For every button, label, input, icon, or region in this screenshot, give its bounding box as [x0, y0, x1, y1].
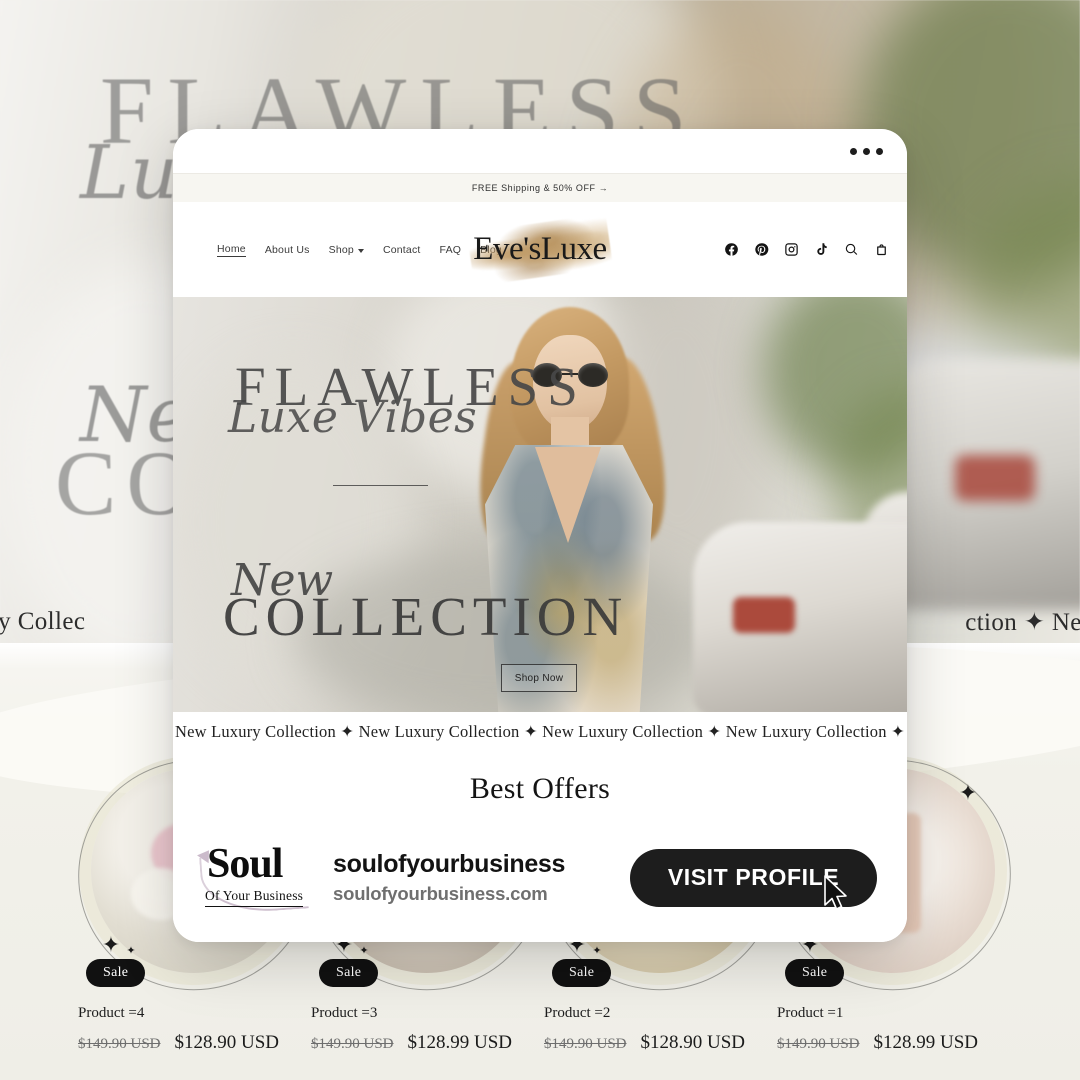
hero-model-image — [453, 307, 683, 712]
sale-badge: Sale — [319, 959, 379, 987]
nav-item-shop[interactable]: Shop — [329, 244, 364, 256]
nav-item-about-us[interactable]: About Us — [265, 244, 310, 256]
tiktok-icon[interactable] — [814, 242, 829, 257]
brand-logo[interactable]: Eve'sLuxe — [440, 213, 640, 286]
announcement-bar[interactable]: FREE Shipping & 50% OFF → — [173, 173, 907, 202]
facebook-icon[interactable] — [724, 242, 739, 257]
product-price-sale: $128.99 USD — [873, 1032, 979, 1053]
nav-label: About Us — [264, 243, 310, 256]
screenshot-root: FLAWLESS Luxe New COLLECTION New Luxury … — [0, 0, 1080, 1080]
shop-now-button[interactable]: Shop Now — [501, 664, 577, 692]
soul-logo[interactable]: Soul Of Your Business — [199, 840, 309, 916]
instagram-icon[interactable] — [784, 242, 799, 257]
dot — [863, 147, 870, 155]
sale-badge: Sale — [86, 959, 146, 987]
product-price-original: $149.90 USD — [777, 1036, 860, 1052]
product-prices: $149.90 USD $128.99 USD — [309, 1032, 542, 1054]
website-domain: soulofyourbusiness.com — [333, 883, 548, 904]
hero-banner: FLAWLESS Luxe Vibes New COLLECTION Shop … — [173, 297, 907, 712]
background-marquee-left: New Luxury Collec — [0, 608, 86, 635]
nav-item-home[interactable]: Home — [217, 243, 246, 257]
background-car-taillight — [955, 455, 1035, 501]
product-title: Product =1 — [777, 1005, 844, 1021]
visit-profile-button[interactable]: VISIT PROFILE — [630, 848, 877, 907]
product-prices: $149.90 USD $128.99 USD — [775, 1032, 1008, 1054]
background-marquee-right: ction ✦ New Luxur — [965, 609, 1080, 636]
chevron-down-icon — [357, 248, 364, 253]
header-icon-group — [724, 242, 889, 257]
sparkle-icon: ✦ — [958, 780, 978, 805]
model-neckline — [535, 447, 601, 543]
dot — [876, 147, 883, 155]
cta-banner: Soul Of Your Business soulofyourbusiness… — [173, 813, 907, 942]
product-price-original: $149.90 USD — [311, 1036, 394, 1052]
product-prices: $149.90 USD $128.90 USD — [542, 1032, 775, 1054]
product-price-sale: $128.99 USD — [407, 1032, 513, 1053]
cta-text-block: soulofyourbusiness soulofyourbusiness.co… — [327, 850, 612, 905]
product-price-original: $149.90 USD — [544, 1036, 627, 1052]
dot — [850, 147, 857, 155]
mockup-topbar — [173, 129, 907, 173]
product-price-original: $149.90 USD — [78, 1036, 161, 1052]
hero-car — [693, 522, 907, 712]
sunglasses-icon — [532, 363, 608, 387]
soul-logo-sub: Of Your Business — [205, 888, 304, 907]
product-title: Product =2 — [544, 1005, 611, 1021]
hero-car-taillight — [733, 597, 795, 633]
marquee-banner: New Luxury Collection ✦ New Luxury Colle… — [173, 712, 907, 752]
overflow-menu-icon[interactable] — [850, 147, 883, 155]
sale-badge: Sale — [552, 959, 612, 987]
brand-name: Eve'sLuxe — [473, 231, 607, 267]
search-icon[interactable] — [844, 242, 859, 257]
sale-badge: Sale — [785, 959, 845, 987]
shopping-bag-icon[interactable] — [874, 242, 889, 257]
product-title: Product =3 — [311, 1005, 378, 1021]
nav-label: Home — [217, 242, 246, 255]
nav-label: Shop — [328, 243, 354, 256]
nav-label: Contact — [382, 243, 421, 256]
product-price-sale: $128.90 USD — [174, 1032, 280, 1053]
product-title: Product =4 — [78, 1005, 145, 1021]
site-header: Home About Us Shop Contact FAQ Blog Eve'… — [173, 202, 907, 297]
account-handle: soulofyourbusiness — [333, 850, 566, 878]
product-prices: $149.90 USD $128.90 USD — [76, 1032, 309, 1054]
nav-item-contact[interactable]: Contact — [383, 244, 421, 256]
pinterest-icon[interactable] — [754, 242, 769, 257]
soul-logo-main: Soul — [207, 840, 283, 887]
product-price-sale: $128.90 USD — [640, 1032, 746, 1053]
